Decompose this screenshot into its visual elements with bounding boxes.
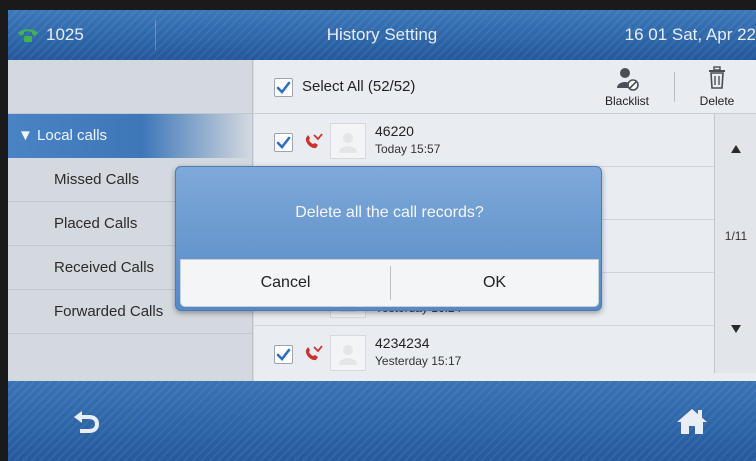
contact-avatar-icon — [339, 345, 357, 365]
trash-icon — [709, 66, 725, 89]
select-all-label: Select All (52/52) — [302, 78, 416, 95]
delete-label: Delete — [699, 94, 735, 108]
title-bar: 1025 History Setting 16 01 Sat, Apr 22 — [8, 10, 756, 60]
confirm-dialog: Delete all the call records? Cancel OK — [175, 166, 602, 311]
delete-button[interactable]: Delete — [694, 66, 740, 110]
back-button[interactable] — [66, 403, 106, 439]
call-number: 4234234 — [375, 335, 430, 351]
page-scroller: 1/11 — [714, 114, 756, 373]
scroll-down-button[interactable] — [715, 294, 756, 364]
triangle-down-icon — [731, 325, 741, 333]
row-checkbox[interactable] — [274, 345, 293, 364]
row-checkbox[interactable] — [274, 133, 293, 152]
date-time: 16 01 Sat, Apr 22 — [624, 25, 756, 44]
cancel-button[interactable]: Cancel — [181, 260, 390, 306]
call-time: Yesterday 15:17 — [375, 354, 462, 368]
contact-avatar — [330, 335, 366, 371]
dialog-message: Delete all the call records? — [295, 204, 484, 221]
back-icon — [74, 411, 99, 433]
checkmark-icon — [276, 348, 291, 361]
blacklist-icon — [617, 68, 639, 91]
blacklist-button[interactable]: Blacklist — [604, 66, 650, 110]
page-indicator: 1/11 — [724, 229, 748, 243]
blacklist-label: Blacklist — [604, 94, 649, 108]
home-icon — [677, 409, 707, 434]
missed-call-icon — [305, 345, 323, 361]
home-button[interactable] — [672, 403, 712, 439]
ok-button[interactable]: OK — [391, 260, 598, 306]
contact-avatar — [330, 123, 366, 159]
call-time: Today 15:57 — [375, 142, 441, 156]
checkmark-icon — [276, 136, 291, 149]
select-all-checkbox[interactable] — [274, 78, 293, 97]
contact-avatar-icon — [339, 133, 357, 153]
sidebar-category-local-calls[interactable]: ▼ Local calls — [8, 114, 252, 158]
dialog-button-bar: Cancel OK — [180, 259, 599, 307]
phone-screen: 1025 History Setting 16 01 Sat, Apr 22 ▼… — [8, 10, 756, 461]
call-row[interactable]: 4234234 Yesterday 15:17 — [254, 327, 714, 379]
triangle-up-icon — [731, 145, 741, 153]
toolbar-divider — [674, 72, 675, 102]
select-all-row: Select All (52/52) Blacklist Delete — [254, 60, 756, 114]
sidebar-header — [8, 60, 252, 114]
call-number: 46220 — [375, 123, 414, 139]
call-row[interactable]: 46220 Today 15:57 — [254, 115, 714, 167]
checkmark-icon — [276, 81, 291, 94]
bottom-bar — [8, 381, 756, 461]
missed-call-icon — [305, 133, 323, 149]
scroll-up-button[interactable] — [715, 114, 756, 184]
